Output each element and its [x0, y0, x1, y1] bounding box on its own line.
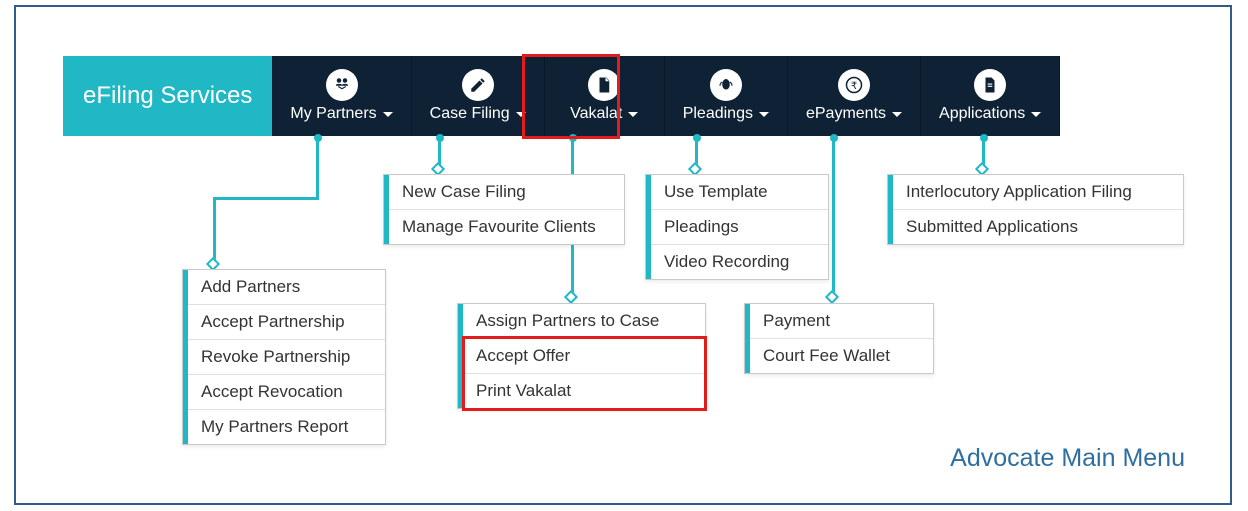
- nav-my-partners[interactable]: My Partners: [272, 56, 411, 136]
- nav-label: Case Filing: [430, 105, 510, 123]
- nav-epayments[interactable]: ₹ ePayments: [788, 56, 921, 136]
- nav-label: My Partners: [290, 105, 376, 123]
- menu-item-use-template[interactable]: Use Template: [646, 175, 828, 210]
- nav-label: ePayments: [806, 105, 886, 123]
- dropdown-my-partners: Add Partners Accept Partnership Revoke P…: [182, 269, 386, 445]
- menu-item-new-case-filing[interactable]: New Case Filing: [384, 175, 624, 210]
- outer-frame: eFiling Services My Partners Case Filing…: [14, 5, 1232, 505]
- accent-bar: [646, 175, 651, 279]
- nav-pleadings[interactable]: Pleadings: [665, 56, 788, 136]
- navbar: eFiling Services My Partners Case Filing…: [63, 56, 1060, 136]
- connector-line: [214, 197, 319, 200]
- connector-endpoint: [825, 290, 839, 304]
- connector-line: [316, 138, 319, 198]
- svg-text:₹: ₹: [851, 81, 857, 92]
- menu-item-assign-partners[interactable]: Assign Partners to Case: [458, 304, 705, 339]
- dropdown-vakalat: Assign Partners to Case Accept Offer Pri…: [457, 303, 706, 409]
- accent-bar: [458, 304, 463, 408]
- chevron-down-icon: [1031, 112, 1041, 117]
- nav-case-filing[interactable]: Case Filing: [412, 56, 545, 136]
- accent-bar: [183, 270, 188, 444]
- chevron-down-icon: [892, 112, 902, 117]
- dropdown-epayments: Payment Court Fee Wallet: [744, 303, 934, 374]
- document-icon: [588, 69, 620, 101]
- chevron-down-icon: [383, 112, 393, 117]
- partners-icon: [326, 69, 358, 101]
- nav-label: Applications: [939, 105, 1025, 123]
- menu-item-video-recording[interactable]: Video Recording: [646, 245, 828, 279]
- menu-item-add-partners[interactable]: Add Partners: [183, 270, 385, 305]
- connector-endpoint: [564, 290, 578, 304]
- chevron-down-icon: [759, 112, 769, 117]
- menu-item-my-partners-report[interactable]: My Partners Report: [183, 410, 385, 444]
- dropdown-applications: Interlocutory Application Filing Submitt…: [887, 174, 1184, 245]
- nav-label: Pleadings: [683, 105, 753, 123]
- file-icon: [974, 69, 1006, 101]
- menu-item-interlocutory-filing[interactable]: Interlocutory Application Filing: [888, 175, 1183, 210]
- nav-vakalat[interactable]: Vakalat: [545, 56, 665, 136]
- chevron-down-icon: [516, 112, 526, 117]
- menu-item-manage-favourite-clients[interactable]: Manage Favourite Clients: [384, 210, 624, 244]
- accent-bar: [384, 175, 389, 244]
- menu-item-accept-partnership[interactable]: Accept Partnership: [183, 305, 385, 340]
- menu-item-accept-revocation[interactable]: Accept Revocation: [183, 375, 385, 410]
- connector-line: [832, 138, 835, 296]
- menu-item-revoke-partnership[interactable]: Revoke Partnership: [183, 340, 385, 375]
- connector-line: [213, 197, 216, 263]
- menu-item-accept-offer[interactable]: Accept Offer: [458, 339, 705, 374]
- menu-item-payment[interactable]: Payment: [745, 304, 933, 339]
- rupee-icon: ₹: [838, 69, 870, 101]
- accent-bar: [888, 175, 893, 244]
- menu-item-print-vakalat[interactable]: Print Vakalat: [458, 374, 705, 408]
- nav-applications[interactable]: Applications: [921, 56, 1060, 136]
- dropdown-case-filing: New Case Filing Manage Favourite Clients: [383, 174, 625, 245]
- accent-bar: [745, 304, 750, 373]
- dropdown-pleadings: Use Template Pleadings Video Recording: [645, 174, 829, 280]
- chevron-down-icon: [628, 112, 638, 117]
- menu-item-submitted-applications[interactable]: Submitted Applications: [888, 210, 1183, 244]
- nav-label: Vakalat: [570, 105, 622, 123]
- diagram-caption: Advocate Main Menu: [950, 444, 1185, 473]
- menu-item-pleadings[interactable]: Pleadings: [646, 210, 828, 245]
- brand-title: eFiling Services: [63, 56, 272, 136]
- pencil-icon: [462, 69, 494, 101]
- hands-icon: [710, 69, 742, 101]
- menu-item-court-fee-wallet[interactable]: Court Fee Wallet: [745, 339, 933, 373]
